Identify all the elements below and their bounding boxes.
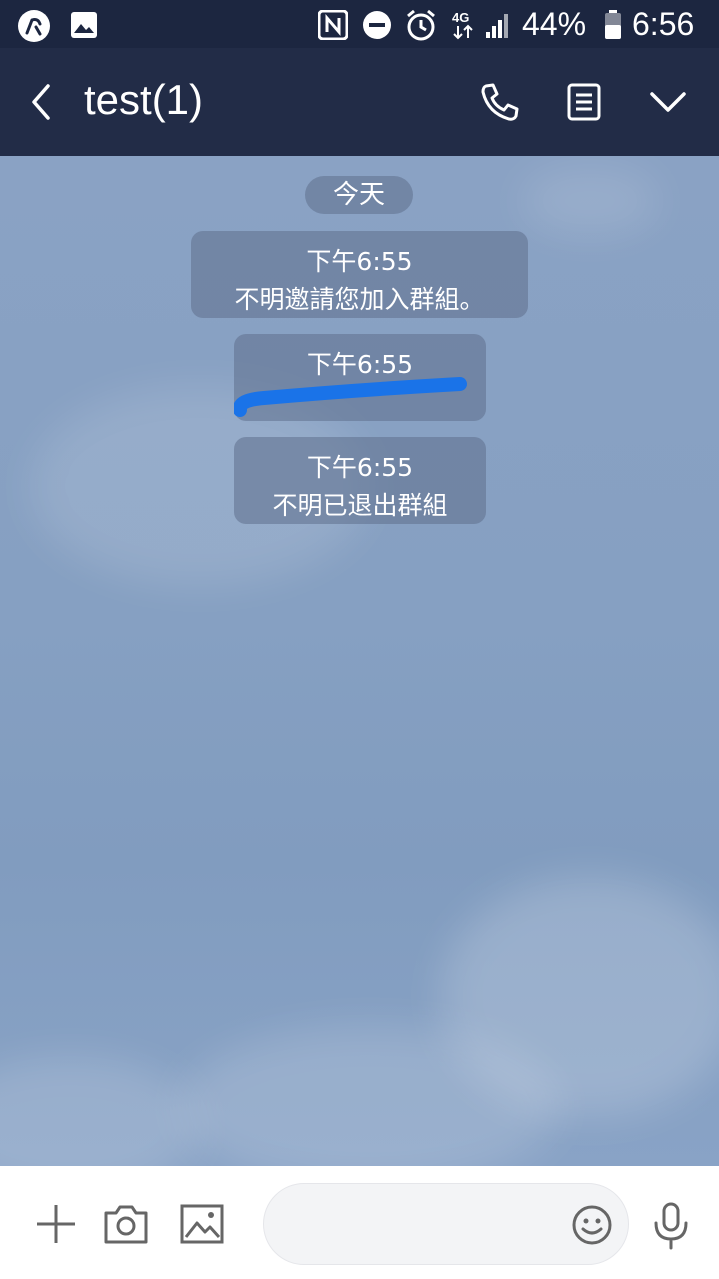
background-cloud [520,166,660,236]
status-bar: 4G 44% 6:56 [0,0,719,48]
battery-icon [604,10,622,44]
back-icon [32,84,50,120]
system-message: 下午6:55 [234,334,486,421]
microphone-button[interactable] [650,1201,692,1255]
emoji-button[interactable] [571,1204,613,1250]
message-input[interactable] [288,1204,558,1244]
message-time: 下午6:55 [306,453,414,482]
app-notification-icon [16,8,52,48]
camera-button[interactable] [103,1203,149,1249]
date-separator: 今天 [305,176,413,214]
clock: 6:56 [632,6,695,42]
system-message: 下午6:55 不明已退出群組 [234,437,486,524]
chevron-down-icon [650,92,686,112]
image-icon [180,1204,224,1244]
camera-icon [104,1205,148,1244]
network-4g-label: 4G [452,10,469,25]
nfc-icon [317,9,349,44]
message-field[interactable] [263,1183,629,1265]
message-input-bar [0,1166,719,1279]
menu-dropdown-button[interactable] [644,78,692,126]
image-button[interactable] [179,1203,225,1249]
battery-percent: 44% [522,6,587,42]
message-text: 不明邀請您加入群組。 [234,285,485,314]
network-4g-icon: 4G [450,8,478,46]
background-cloud [0,1056,200,1166]
microphone-icon [654,1202,688,1250]
signal-icon [484,10,512,44]
do-not-disturb-icon [362,10,392,44]
system-message: 下午6:55 不明邀請您加入群組。 [191,231,528,318]
notes-icon [567,83,601,121]
phone-icon [481,83,519,121]
message-text: 不明已退出群組 [272,491,448,520]
gallery-icon [70,11,98,43]
chat-area[interactable]: 今天 下午6:55 不明邀請您加入群組。 下午6:55 下午6:55 不明已退出… [0,156,719,1166]
plus-icon [37,1205,75,1243]
call-button[interactable] [476,78,524,126]
back-button[interactable] [22,78,62,126]
notes-button[interactable] [560,78,608,126]
redaction-scribble [234,377,467,417]
message-time: 下午6:55 [306,247,413,276]
emoji-icon [572,1205,612,1245]
chat-header: test(1) [0,48,719,156]
chat-title: test(1) [84,76,204,123]
alarm-icon [404,8,438,46]
plus-button[interactable] [33,1201,79,1251]
